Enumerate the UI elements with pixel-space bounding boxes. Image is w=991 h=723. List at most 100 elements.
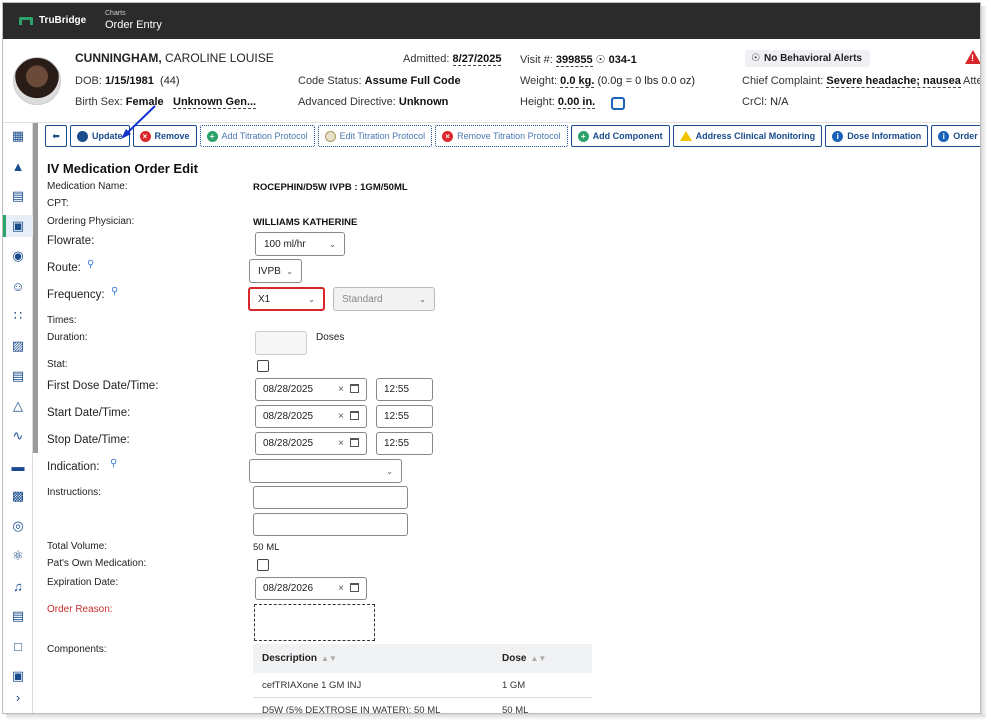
first-dose-date-input[interactable]: 08/28/2025 × (255, 378, 367, 401)
lab-flask-icon[interactable]: △ (9, 398, 27, 414)
patient-avatar (13, 57, 61, 105)
brand-name: TruBridge (39, 15, 87, 26)
left-navigation: ▦ ▲ ▤ ▣ ◉ ☺ ∷ ▨ ▤ △ ∿ ▬ ▩ ◎ ⚛ ♫ ▤ □ ▣ › (3, 123, 38, 713)
instructions-label: Instructions: (47, 487, 101, 498)
notes-icon[interactable]: ▤ (9, 368, 27, 384)
order-toolbar: ⬅ Update × Remove + Add Titration Protoc… (45, 125, 980, 148)
advanced-directive: Advanced Directive: Unknown (298, 96, 449, 108)
medication-name-value: ROCEPHIN/D5W IVPB : 1GM/50ML (253, 182, 408, 193)
chevron-down-icon: ⌄ (286, 266, 293, 276)
start-time-input[interactable]: 12:55 (376, 405, 433, 428)
first-dose-time-input[interactable]: 12:55 (376, 378, 433, 401)
edit-titration-button[interactable]: Edit Titration Protocol (317, 125, 433, 147)
chart-icon[interactable]: ▨ (9, 338, 27, 354)
form-title: IV Medication Order Edit (47, 161, 198, 176)
order-reason-button[interactable]: i Order Reason (931, 125, 980, 147)
pats-own-medication-label: Pat's Own Medication: (47, 558, 147, 569)
behavioral-alert-badge[interactable]: ☉ No Behavioral Alerts (745, 50, 870, 67)
chevron-down-icon: ⌄ (308, 294, 315, 304)
vitals-icon[interactable]: ∿ (9, 428, 27, 444)
patient-name: CUNNINGHAM, CAROLINE LOUISE (75, 51, 274, 65)
frequency-label: Frequency: (47, 289, 105, 301)
breadcrumb-parent[interactable]: Charts (105, 10, 126, 17)
edit-icon (324, 130, 336, 142)
medication-icon[interactable]: ◉ (9, 248, 27, 264)
scan-icon[interactable]: ▣ (9, 668, 27, 684)
nursing-icon[interactable]: ⚛ (9, 548, 27, 564)
stat-label: Stat: (47, 359, 68, 370)
clear-icon[interactable]: × (338, 384, 344, 395)
duration-input[interactable] (255, 331, 307, 355)
nav-scrollbar[interactable] (33, 123, 38, 453)
bed-icon[interactable]: ▬ (9, 458, 27, 474)
instructions-input-1[interactable] (253, 486, 408, 509)
expand-chevron-icon[interactable]: › (9, 689, 27, 705)
ordering-physician-value: WILLIAMS KATHERINE (253, 217, 358, 228)
clear-icon[interactable]: × (338, 438, 344, 449)
remove-icon: × (442, 130, 454, 142)
total-volume-label: Total Volume: (47, 541, 108, 552)
file-icon[interactable]: □ (9, 638, 27, 654)
pats-own-medication-checkbox[interactable] (257, 559, 269, 571)
route-label: Route: (47, 262, 81, 274)
frequency-search-icon[interactable]: ⚲ (111, 286, 118, 297)
calendar-icon[interactable] (350, 583, 359, 592)
patient-dob: DOB: 1/15/1981 (44) (75, 75, 180, 87)
patient-icon[interactable]: ☺ (9, 278, 27, 294)
indication-select[interactable]: ⌄ (249, 459, 402, 483)
table-row[interactable]: cefTRIAXone 1 GM INJ 1 GM (253, 673, 592, 698)
stop-time-input[interactable]: 12:55 (376, 432, 433, 455)
nav-active-indicator (3, 215, 6, 237)
column-header-description[interactable]: Description ▲▼ (253, 653, 502, 664)
alerts-icon[interactable]: ▲ (9, 158, 27, 174)
order-reason-label: Order Reason: (47, 604, 113, 615)
total-volume-value: 50 ML (253, 542, 280, 553)
calendar-icon[interactable] (350, 438, 359, 447)
dose-information-button[interactable]: i Dose Information (825, 125, 929, 147)
components-label: Components: (47, 644, 107, 655)
add-titration-button[interactable]: + Add Titration Protocol (199, 125, 315, 147)
first-dose-label: First Dose Date/Time: (47, 380, 159, 392)
pharmacy-icon[interactable]: ▩ (9, 488, 27, 504)
order-entry-icon[interactable]: ▣ (9, 218, 27, 234)
save-icon (77, 130, 88, 142)
care-team-icon[interactable]: ∷ (9, 308, 27, 324)
flowrate-select[interactable]: 100 ml/hr ⌄ (255, 232, 345, 256)
table-row[interactable]: D5W (5% DEXTROSE IN WATER); 50 ML 50 ML (253, 698, 592, 714)
calendar-icon[interactable] (350, 411, 359, 420)
document-icon[interactable]: ▤ (9, 188, 27, 204)
frequency-type-select[interactable]: Standard ⌄ (333, 287, 435, 311)
flowrate-label: Flowrate: (47, 235, 95, 247)
start-date-input[interactable]: 08/28/2025 × (255, 405, 367, 428)
frequency-select[interactable]: X1 ⌄ (248, 287, 325, 311)
calendar-icon[interactable] (350, 384, 359, 393)
app-window: TruBridge Charts Order Entry CUNNINGHAM,… (2, 2, 981, 714)
route-select[interactable]: IVPB ⌄ (249, 259, 302, 283)
instructions-input-2[interactable] (253, 513, 408, 536)
weight: Weight: 0.0 kg. (0.0g = 0 lbs 0.0 oz) (520, 75, 695, 88)
patient-gender[interactable]: Unknown Gen... (173, 96, 257, 109)
brand-logo[interactable]: TruBridge (19, 15, 86, 26)
clear-icon[interactable]: × (338, 411, 344, 422)
measure-icon[interactable] (611, 97, 625, 110)
add-component-button[interactable]: + Add Component (570, 125, 670, 147)
dashboard-icon[interactable]: ▦ (9, 128, 27, 144)
address-monitoring-button[interactable]: Address Clinical Monitoring (672, 125, 823, 147)
order-reason-input[interactable] (254, 604, 375, 641)
info-icon: i (938, 130, 950, 142)
column-header-dose[interactable]: Dose ▲▼ (502, 653, 592, 664)
expiration-date-input[interactable]: 08/28/2026 × (255, 577, 367, 600)
clear-icon[interactable]: × (338, 583, 344, 594)
globe-icon[interactable]: ◎ (9, 518, 27, 534)
stop-date-input[interactable]: 08/28/2025 × (255, 432, 367, 455)
chief-complaint: Chief Complaint: Severe headache; nausea (742, 75, 961, 88)
report-icon[interactable]: ▤ (9, 608, 27, 624)
route-search-icon[interactable]: ⚲ (87, 259, 94, 270)
remove-titration-button[interactable]: × Remove Titration Protocol (435, 125, 568, 147)
back-button[interactable]: ⬅ (45, 125, 67, 147)
duration-unit: Doses (316, 332, 345, 343)
stat-checkbox[interactable] (257, 360, 269, 372)
indication-search-icon[interactable]: ⚲ (110, 458, 117, 469)
bell-icon[interactable]: ♫ (9, 578, 27, 594)
indication-label: Indication: (47, 461, 100, 473)
